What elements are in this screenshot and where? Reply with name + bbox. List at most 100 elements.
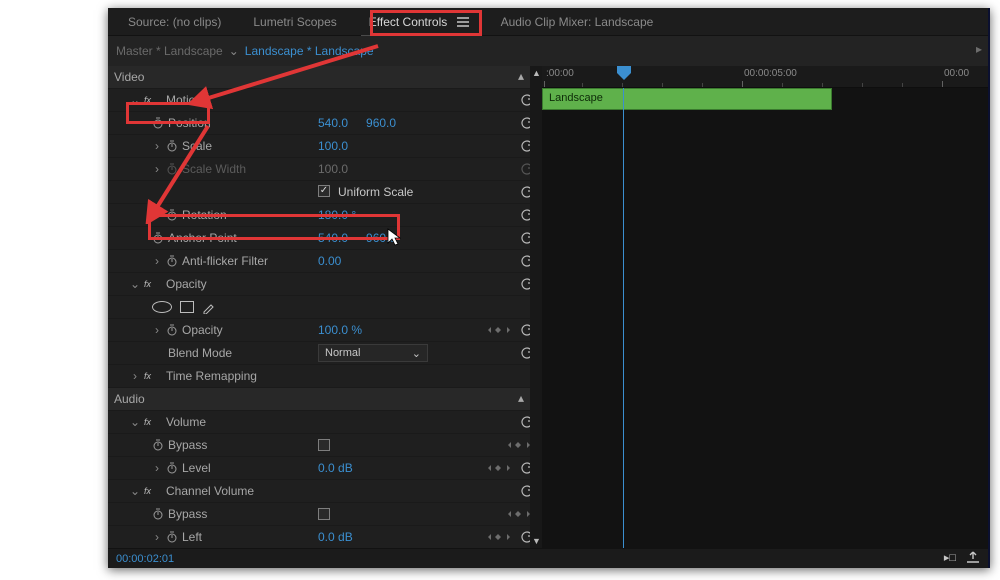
tab-source[interactable]: Source: (no clips)	[114, 11, 235, 33]
timecode-display[interactable]: 00:00:02:01	[116, 553, 174, 565]
antiflicker-value[interactable]: 0.00	[318, 254, 341, 268]
effect-opacity-row[interactable]: ⌄ fx Opacity	[108, 273, 542, 296]
anchor-x-value[interactable]: 540.0	[318, 231, 348, 245]
chevron-right-icon[interactable]: ›	[152, 530, 162, 544]
property-channel-bypass-label: Bypass	[168, 507, 207, 521]
stopwatch-icon[interactable]	[152, 439, 164, 451]
property-channel-left: › Left 0.0 dB	[108, 526, 542, 548]
effect-properties-panel: Video ▴ ⌄ fx Motion Position	[108, 66, 542, 548]
rotation-value[interactable]: 180.0 °	[318, 208, 356, 222]
scrollbar[interactable]: ▲ ▼	[530, 66, 542, 548]
fx-badge-icon[interactable]: fx	[144, 416, 162, 429]
effect-volume-row[interactable]: ⌄ fx Volume	[108, 411, 542, 434]
section-video: Video ▴	[108, 66, 542, 89]
keyframe-nav-icon[interactable]	[486, 325, 514, 335]
chevron-right-icon[interactable]: ›	[130, 369, 140, 383]
property-uniform-scale: Uniform Scale	[108, 181, 542, 204]
section-video-label: Video	[108, 70, 318, 84]
chevron-right-icon[interactable]: ›	[152, 461, 162, 475]
fx-badge-icon[interactable]: fx	[144, 94, 162, 107]
opacity-value[interactable]: 100.0 %	[318, 323, 362, 337]
timeline-panel: :00:00 00:00:05:00 00:00 Landscape	[542, 66, 988, 548]
stopwatch-icon[interactable]	[166, 140, 178, 152]
status-bar: 00:00:02:01 ▸□	[108, 548, 988, 568]
stopwatch-icon[interactable]	[152, 117, 164, 129]
channel-bypass-checkbox[interactable]	[318, 508, 330, 520]
stopwatch-icon[interactable]	[166, 209, 178, 221]
effect-volume-label: Volume	[166, 415, 206, 429]
clip-name: Landscape	[549, 92, 603, 104]
tab-audio-clip-mixer[interactable]: Audio Clip Mixer: Landscape	[487, 11, 668, 33]
property-position-label: Position	[168, 116, 211, 130]
play-only-icon[interactable]: ▸□	[944, 551, 956, 566]
channel-left-value[interactable]: 0.0 dB	[318, 530, 353, 544]
level-value[interactable]: 0.0 dB	[318, 461, 353, 475]
ruler-tick-label: 00:00	[944, 68, 969, 79]
property-anchor-label: Anchor Point	[168, 231, 237, 245]
mask-rect-icon[interactable]	[180, 301, 194, 313]
ruler-tick-label: 00:00:05:00	[744, 68, 797, 79]
effect-time-remapping-row[interactable]: › fx Time Remapping	[108, 365, 542, 388]
property-blend-mode: Blend Mode Normal ⌄	[108, 342, 542, 365]
chevron-right-icon[interactable]: ›	[152, 208, 162, 222]
chevron-down-icon: ⌄	[412, 347, 421, 360]
keyframe-nav-icon[interactable]	[486, 532, 514, 542]
property-opacity-label: Opacity	[182, 323, 223, 337]
scroll-down-icon[interactable]: ▼	[532, 536, 541, 546]
chevron-down-icon[interactable]: ⌄	[229, 44, 239, 58]
chevron-right-icon: ›	[152, 162, 162, 176]
tab-effect-controls[interactable]: Effect Controls	[355, 11, 483, 33]
property-blend-label: Blend Mode	[168, 346, 232, 360]
effect-channel-volume-label: Channel Volume	[166, 484, 254, 498]
scale-value[interactable]: 100.0	[318, 139, 348, 153]
playhead-line	[623, 88, 624, 548]
position-x-value[interactable]: 540.0	[318, 116, 348, 130]
uniform-scale-checkbox[interactable]	[318, 185, 330, 197]
stopwatch-icon[interactable]	[166, 531, 178, 543]
playhead-icon[interactable]	[617, 66, 631, 80]
property-volume-level: › Level 0.0 dB	[108, 457, 542, 480]
scale-width-value: 100.0	[318, 162, 348, 176]
section-audio-label: Audio	[108, 392, 318, 406]
stopwatch-icon[interactable]	[166, 462, 178, 474]
stopwatch-icon[interactable]	[166, 324, 178, 336]
chevron-down-icon[interactable]: ⌄	[130, 93, 140, 107]
chevron-down-icon[interactable]: ⌄	[130, 484, 140, 498]
clip-link[interactable]: Landscape * Landscape	[245, 44, 374, 58]
property-rotation-label: Rotation	[182, 208, 227, 222]
stopwatch-icon[interactable]	[166, 255, 178, 267]
property-level-label: Level	[182, 461, 211, 475]
chevron-right-icon[interactable]: ›	[152, 323, 162, 337]
clip-bar[interactable]: Landscape	[542, 88, 832, 110]
scroll-up-icon[interactable]: ▲	[532, 68, 541, 78]
tab-lumetri-scopes[interactable]: Lumetri Scopes	[239, 11, 350, 33]
collapse-up-icon[interactable]: ▴	[518, 69, 524, 83]
stopwatch-icon[interactable]	[152, 232, 164, 244]
mask-pen-icon[interactable]	[202, 300, 216, 314]
fx-badge-icon[interactable]: fx	[144, 278, 162, 291]
position-y-value[interactable]: 960.0	[366, 116, 396, 130]
fx-badge-icon[interactable]: fx	[144, 370, 162, 383]
anchor-y-value[interactable]: 960.0	[366, 231, 396, 245]
panel-menu-icon[interactable]	[457, 15, 469, 29]
fx-badge-icon[interactable]: fx	[144, 485, 162, 498]
chevron-right-icon[interactable]: ›	[152, 254, 162, 268]
chevron-right-icon[interactable]: ›	[152, 139, 162, 153]
effect-opacity-label: Opacity	[166, 277, 207, 291]
chevron-down-icon[interactable]: ⌄	[130, 415, 140, 429]
go-to-playhead-icon[interactable]: ▸	[976, 42, 982, 56]
property-anchor-point: Anchor Point 540.0 960.0	[108, 227, 542, 250]
collapse-up-icon[interactable]: ▴	[518, 391, 524, 405]
stopwatch-icon[interactable]	[152, 508, 164, 520]
export-frame-icon[interactable]	[966, 551, 980, 566]
time-ruler[interactable]: :00:00 00:00:05:00 00:00	[542, 66, 988, 88]
blend-mode-select[interactable]: Normal ⌄	[318, 344, 428, 362]
effect-motion-row[interactable]: ⌄ fx Motion	[108, 89, 542, 112]
property-scale-width-label: Scale Width	[182, 162, 246, 176]
keyframe-nav-icon[interactable]	[486, 463, 514, 473]
property-volume-bypass: Bypass	[108, 434, 542, 457]
mask-ellipse-icon[interactable]	[152, 301, 172, 313]
bypass-checkbox[interactable]	[318, 439, 330, 451]
effect-channel-volume-row[interactable]: ⌄ fx Channel Volume	[108, 480, 542, 503]
chevron-down-icon[interactable]: ⌄	[130, 277, 140, 291]
